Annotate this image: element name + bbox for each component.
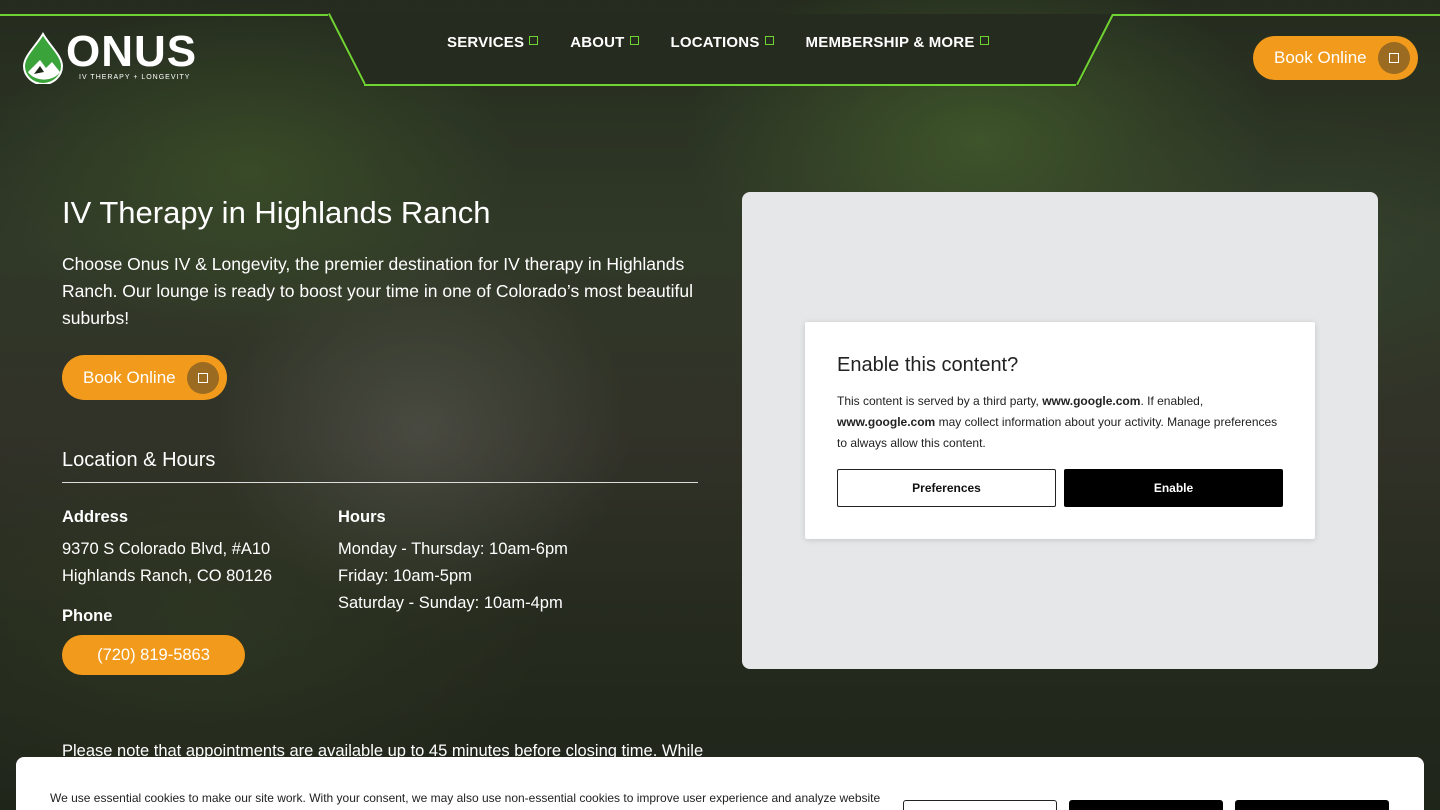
address-line-1: 9370 S Colorado Blvd, #A10 bbox=[62, 540, 271, 558]
cookie-text: We use essential cookies to make our sit… bbox=[50, 791, 881, 805]
page-title: IV Therapy in Highlands Ranch bbox=[62, 195, 491, 230]
consent-domain: www.google.com bbox=[1042, 394, 1141, 408]
address-line-2: Highlands Ranch, CO 80126 bbox=[62, 567, 273, 585]
phone-button[interactable]: (720) 819-5863 bbox=[62, 635, 245, 675]
enable-button[interactable]: Enable bbox=[1064, 469, 1283, 507]
nav-item-services[interactable]: SERVICES bbox=[447, 34, 539, 51]
consent-title: Enable this content? bbox=[837, 354, 1019, 376]
main-nav: SERVICES ABOUT LOCATIONS MEMBERSHIP & MO… bbox=[447, 34, 989, 51]
square-outline-icon bbox=[529, 36, 539, 45]
nav-item-membership[interactable]: MEMBERSHIP & MORE bbox=[806, 34, 989, 51]
cookie-banner: We use essential cookies to make our sit… bbox=[16, 757, 1424, 810]
nav-item-about[interactable]: ABOUT bbox=[570, 34, 639, 51]
hours-line: Monday - Thursday: 10am-6pm bbox=[338, 540, 568, 558]
nav-item-label: SERVICES bbox=[447, 34, 525, 51]
nav-item-label: MEMBERSHIP & MORE bbox=[805, 34, 975, 51]
hours-line: Friday: 10am-5pm bbox=[338, 567, 472, 585]
consent-text: This content is served by a third party, bbox=[837, 394, 1043, 408]
book-online-label: Book Online bbox=[1274, 48, 1367, 67]
nav-accent-line-bottom bbox=[364, 84, 1076, 86]
logo-wordmark: ONUS bbox=[66, 27, 198, 76]
square-outline-icon bbox=[979, 36, 989, 45]
section-divider bbox=[62, 482, 698, 483]
hours-label: Hours bbox=[338, 508, 386, 526]
nav-item-label: LOCATIONS bbox=[670, 34, 760, 51]
hero-book-online-button[interactable]: Book Online bbox=[62, 355, 227, 400]
book-online-label: Book Online bbox=[83, 367, 176, 387]
drop-mountain-icon bbox=[22, 32, 64, 84]
consent-body: This content is served by a third party,… bbox=[837, 391, 1287, 454]
preferences-button[interactable]: Preferences bbox=[837, 469, 1056, 507]
location-hours-title: Location & Hours bbox=[62, 449, 216, 471]
square-outline-icon bbox=[1378, 42, 1410, 74]
square-outline-icon bbox=[187, 361, 219, 394]
consent-text: . If enabled, bbox=[1140, 394, 1204, 408]
cookie-button-3[interactable] bbox=[1235, 800, 1389, 810]
cookie-button-2[interactable] bbox=[1069, 800, 1223, 810]
consent-domain: www.google.com bbox=[837, 415, 936, 429]
logo-tagline: IV THERAPY + LONGEVITY bbox=[79, 74, 191, 81]
address-label: Address bbox=[62, 508, 129, 526]
third-party-consent-dialog: Enable this content? This content is ser… bbox=[805, 322, 1315, 539]
hours-line: Saturday - Sunday: 10am-4pm bbox=[338, 594, 563, 612]
phone-label: Phone bbox=[62, 607, 113, 625]
square-outline-icon bbox=[764, 36, 774, 45]
header-book-online-button[interactable]: Book Online bbox=[1253, 36, 1418, 80]
nav-accent-line-left bbox=[0, 14, 328, 16]
logo[interactable]: ONUS IV THERAPY + LONGEVITY bbox=[22, 27, 198, 84]
square-outline-icon bbox=[629, 36, 639, 45]
cookie-button-1[interactable] bbox=[903, 800, 1057, 810]
intro-paragraph: Choose Onus IV & Longevity, the premier … bbox=[62, 254, 693, 328]
nav-item-label: ABOUT bbox=[570, 34, 625, 51]
nav-accent-line-right bbox=[1112, 14, 1440, 16]
nav-item-locations[interactable]: LOCATIONS bbox=[671, 34, 774, 51]
